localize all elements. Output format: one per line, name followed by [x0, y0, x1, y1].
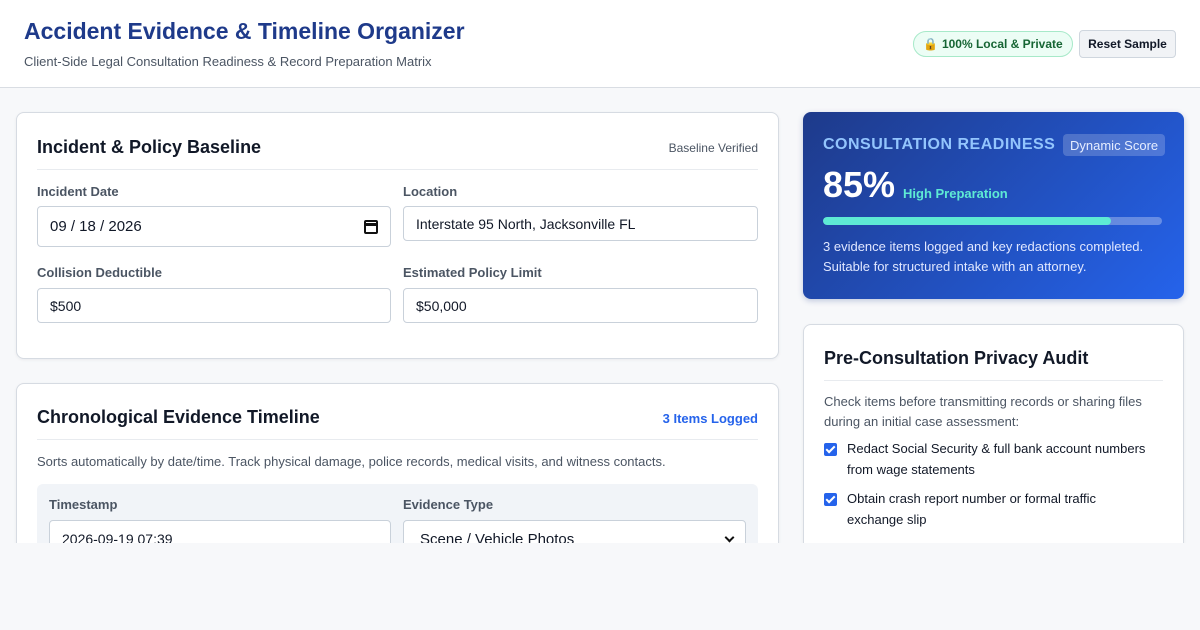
location-label: Location	[403, 184, 458, 199]
audit-item[interactable]: Obtain crash report number or formal tra…	[824, 488, 1154, 530]
dynamic-score-chip: Dynamic Score	[1063, 134, 1166, 156]
divider	[37, 169, 758, 170]
app-subtitle: Client-Side Legal Consultation Readiness…	[24, 54, 432, 69]
privacy-badge: 🔒 100% Local & Private	[913, 31, 1073, 57]
policy-limit-value: $50,000	[416, 297, 467, 314]
baseline-card: Incident & Policy Baseline Baseline Veri…	[16, 112, 779, 359]
deductible-label: Collision Deductible	[37, 265, 162, 280]
reset-sample-button[interactable]: Reset Sample	[1079, 30, 1176, 58]
timeline-card: Chronological Evidence Timeline 3 Items …	[16, 383, 779, 543]
incident-date-input[interactable]: 09 / 18 / 2026	[37, 206, 391, 247]
evidence-type-select[interactable]: Scene / Vehicle Photos	[403, 520, 746, 543]
calendar-icon[interactable]	[364, 219, 378, 234]
audit-item[interactable]: Redact Social Security & full bank accou…	[824, 438, 1169, 480]
timestamp-input[interactable]: 2026-09-19 07:39	[49, 520, 391, 543]
timeline-entry-form: Timestamp 2026-09-19 07:39 Evidence Type…	[37, 484, 758, 543]
lock-icon: 🔒	[923, 37, 938, 51]
divider	[37, 439, 758, 440]
app-title: Accident Evidence & Timeline Organizer	[24, 18, 465, 44]
readiness-progress-fill	[823, 217, 1112, 225]
readiness-card: CONSULTATION READINESS Dynamic Score 85%…	[803, 112, 1184, 299]
timeline-count: 3 Items Logged	[662, 411, 758, 426]
readiness-description: 3 evidence items logged and key redactio…	[823, 239, 1144, 274]
divider	[824, 380, 1163, 381]
privacy-audit-card: Pre-Consultation Privacy Audit Check ite…	[803, 324, 1184, 543]
incident-date-label: Incident Date	[37, 184, 119, 199]
baseline-status: Baseline Verified	[668, 141, 758, 155]
incident-date-value: 09 / 18 / 2026	[50, 218, 142, 235]
deductible-value: $500	[50, 297, 82, 314]
chevron-down-icon	[724, 532, 735, 542]
readiness-heading: CONSULTATION READINESS	[823, 136, 1056, 153]
baseline-title: Incident & Policy Baseline	[37, 137, 262, 157]
policy-limit-label: Estimated Policy Limit	[403, 265, 542, 280]
timeline-description: Sorts automatically by date/time. Track …	[37, 454, 666, 469]
evidence-type-label: Evidence Type	[403, 497, 494, 512]
timeline-title: Chronological Evidence Timeline	[37, 407, 320, 427]
audit-item-label: Obtain crash report number or formal tra…	[847, 491, 1097, 527]
location-value: Interstate 95 North, Jacksonville FL	[416, 215, 636, 232]
main-content: Incident & Policy Baseline Baseline Veri…	[0, 89, 1200, 543]
privacy-audit-title: Pre-Consultation Privacy Audit	[824, 348, 1089, 368]
timestamp-label: Timestamp	[49, 497, 118, 512]
privacy-audit-intro: Check items before transmitting records …	[824, 394, 1142, 429]
timestamp-value: 2026-09-19 07:39	[62, 531, 173, 543]
checkbox-checked[interactable]	[824, 493, 837, 506]
policy-limit-input[interactable]: $50,000	[403, 288, 758, 323]
audit-item-label: Redact Social Security & full bank accou…	[847, 441, 1146, 477]
deductible-input[interactable]: $500	[37, 288, 391, 323]
readiness-progress-bar	[823, 217, 1162, 225]
privacy-badge-label: 100% Local & Private	[941, 37, 1063, 51]
location-input[interactable]: Interstate 95 North, Jacksonville FL	[403, 206, 758, 241]
app-header: Accident Evidence & Timeline Organizer C…	[0, 0, 1200, 88]
readiness-status: High Preparation	[903, 186, 1008, 201]
evidence-type-value: Scene / Vehicle Photos	[420, 530, 575, 544]
checkbox-checked[interactable]	[824, 443, 837, 456]
readiness-score: 85%	[823, 164, 896, 205]
